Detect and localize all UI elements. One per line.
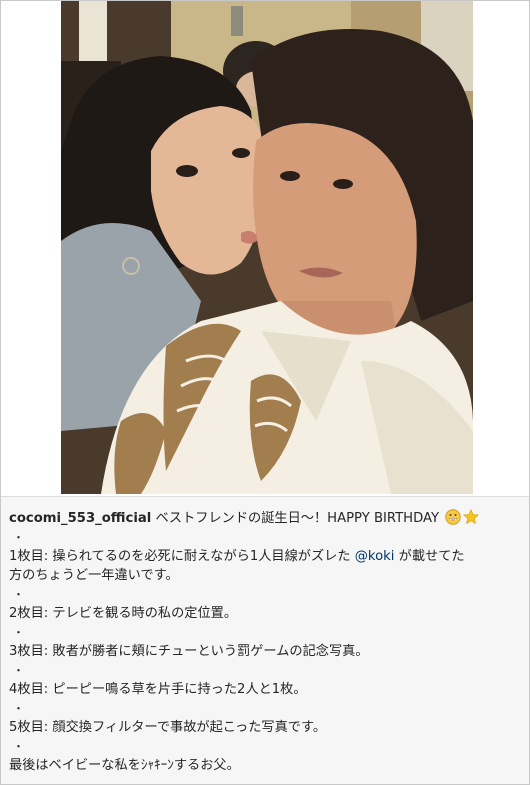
post-caption: cocomi_553_official ベストフレンドの誕生日〜！HAPPY B… (1, 496, 529, 784)
caption-line-1: 1枚目: 操られてるのを必死に耐えながら1人目線がズレた @koki が載せてた (9, 547, 521, 566)
separator-dot: ・ (13, 740, 24, 753)
star-icon (463, 509, 480, 525)
line-1-text-b: が載せてた (394, 549, 465, 564)
separator-dot: ・ (13, 702, 24, 715)
separator-dot: ・ (13, 531, 24, 544)
line-1-text-a: 1枚目: 操られてるのを必死に耐えながら1人目線がズレた (9, 549, 355, 564)
instagram-post-screenshot: cocomi_553_official ベストフレンドの誕生日〜！HAPPY B… (0, 0, 530, 785)
post-photo-illustration (61, 1, 473, 494)
caption-line-4: 4枚目: ピーピー鳴る草を片手に持った2人と1枚。 (9, 682, 307, 697)
caption-line-1-cont: 方のちょうど一年違いです。 (9, 568, 179, 583)
post-photo[interactable] (61, 1, 473, 494)
username-link[interactable]: cocomi_553_official (9, 511, 151, 526)
headline-text: ベストフレンドの誕生日〜！HAPPY BIRTHDAY (151, 511, 444, 526)
separator-dot: ・ (13, 626, 24, 639)
separator-dot: ・ (13, 664, 24, 677)
mention-link[interactable]: @koki (355, 549, 395, 564)
separator-dot: ・ (13, 588, 24, 601)
caption-line-3: 3枚目: 敗者が勝者に頬にチューという罰ゲームの記念写真。 (9, 644, 369, 659)
caption-line-2: 2枚目: テレビを観る時の私の定位置。 (9, 606, 238, 621)
caption-line-5: 5枚目: 顔交換フィルターで事故が起こった写真です。 (9, 720, 327, 735)
caption-line-6: 最後はベイビーな私をｼｬｷｰﾝするお父。 (9, 758, 240, 773)
caption-headline: cocomi_553_official ベストフレンドの誕生日〜！HAPPY B… (9, 509, 521, 528)
grinning-face-icon (445, 509, 461, 525)
